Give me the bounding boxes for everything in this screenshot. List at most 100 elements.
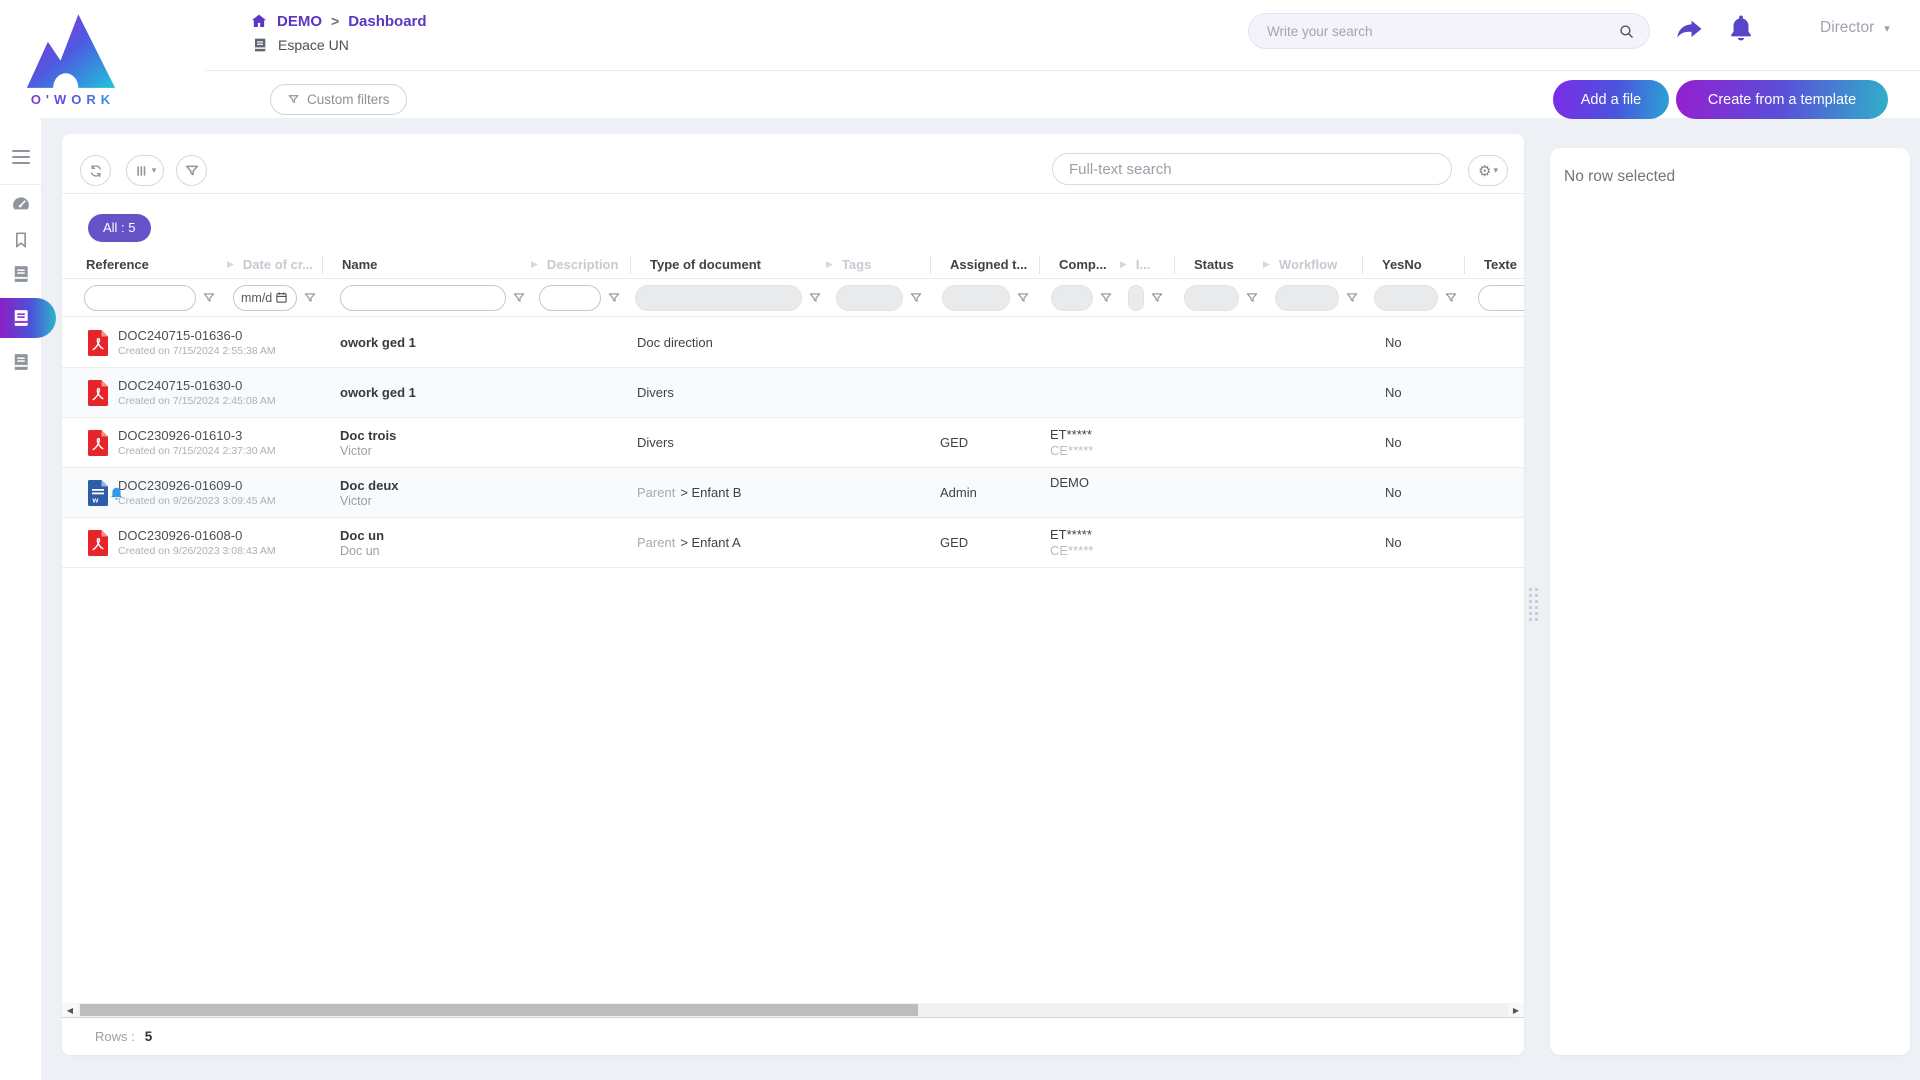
user-role-label: Director xyxy=(1820,19,1874,37)
full-text-search-input[interactable] xyxy=(1053,154,1451,184)
table-filter-button[interactable] xyxy=(176,155,207,186)
scrollbar-thumb[interactable] xyxy=(80,1004,918,1016)
filter-funnel-icon[interactable] xyxy=(512,291,526,305)
calendar-icon xyxy=(275,291,288,304)
sidebar-divider xyxy=(0,184,42,185)
filter-funnel-icon[interactable] xyxy=(1150,291,1164,305)
filter-input-status-disabled xyxy=(1184,285,1239,311)
col-header-status[interactable]: Status xyxy=(1174,256,1259,274)
table-row[interactable]: DOC240715-01636-0Created on 7/15/2024 2:… xyxy=(62,318,1524,368)
col-header-name[interactable]: Name xyxy=(322,256,527,274)
table-row[interactable]: DOC230926-01608-0Created on 9/26/2023 3:… xyxy=(62,518,1524,568)
cell-type: Parent> Enfant B xyxy=(630,485,822,500)
sidebar-item-documents-active[interactable] xyxy=(0,298,56,338)
panel-resize-handle[interactable] xyxy=(1529,588,1538,621)
global-search-input[interactable] xyxy=(1249,14,1609,48)
cell-yesno: No xyxy=(1362,468,1464,517)
filter-funnel-icon[interactable] xyxy=(1444,291,1458,305)
create-from-template-button[interactable]: Create from a template xyxy=(1676,80,1888,119)
notifications-bell-icon[interactable] xyxy=(1726,13,1756,43)
filter-chip-all[interactable]: All : 5 xyxy=(88,214,151,242)
table-row[interactable]: DOC230926-01610-3Created on 7/15/2024 2:… xyxy=(62,418,1524,468)
sidebar-item-bookmarks[interactable] xyxy=(0,230,42,250)
sidebar-item-archive[interactable] xyxy=(0,352,42,372)
cell-type: Divers xyxy=(630,435,822,450)
filter-funnel-icon[interactable] xyxy=(1099,291,1113,305)
sidebar-menu-toggle[interactable] xyxy=(0,150,42,164)
cell-yesno: No xyxy=(1362,368,1464,417)
sidebar xyxy=(0,118,42,1080)
filter-input-description[interactable] xyxy=(539,285,601,311)
cell-yesno: No xyxy=(1362,318,1464,367)
add-file-button[interactable]: Add a file xyxy=(1553,80,1669,119)
breadcrumb-root[interactable]: DEMO xyxy=(277,13,322,30)
col-header-i[interactable]: I... xyxy=(1116,257,1174,272)
sidebar-item-dashboard[interactable] xyxy=(0,194,42,214)
sidebar-item-library[interactable] xyxy=(0,264,42,284)
bookmark-icon xyxy=(11,230,31,250)
col-header-type-of-document[interactable]: Type of document xyxy=(630,256,822,274)
no-row-selected-text: No row selected xyxy=(1550,148,1910,186)
rows-count: 5 xyxy=(145,1029,153,1044)
cell-reference: DOC240715-01636-0Created on 7/15/2024 2:… xyxy=(70,328,223,357)
filter-input-reference[interactable] xyxy=(84,285,196,311)
cell-assigned: GED xyxy=(930,518,1039,567)
filter-funnel-icon[interactable] xyxy=(1245,291,1259,305)
header-divider xyxy=(205,70,1920,71)
cell-name: owork ged 1 xyxy=(322,385,527,400)
full-text-search xyxy=(1052,153,1452,185)
book-icon xyxy=(11,264,31,284)
table-row[interactable]: w DOC230926-01609-0Created on 9/26/2023 … xyxy=(62,468,1524,518)
cell-yesno: No xyxy=(1362,418,1464,467)
table-settings-button[interactable]: ⚙▾ xyxy=(1468,155,1508,186)
refresh-icon xyxy=(88,163,104,179)
filter-input-name[interactable] xyxy=(340,285,506,311)
breadcrumb: DEMO > Dashboard xyxy=(250,12,427,30)
top-header: O'WORK DEMO > Dashboard Espace UN Custom… xyxy=(0,0,1920,118)
breadcrumb-current[interactable]: Dashboard xyxy=(348,13,426,30)
chevron-down-icon: ▾ xyxy=(1884,22,1890,35)
col-header-assigned-to[interactable]: Assigned t... xyxy=(930,256,1039,274)
refresh-button[interactable] xyxy=(80,155,111,186)
logo-wordmark: O'WORK xyxy=(14,92,132,107)
cell-company xyxy=(1039,318,1116,367)
filter-row-divider xyxy=(62,316,1524,317)
toolbar-divider xyxy=(62,193,1524,194)
col-header-company[interactable]: Comp... xyxy=(1039,256,1116,274)
table-footer: Rows : 5 xyxy=(62,1018,1524,1055)
col-header-tags[interactable]: Tags xyxy=(822,257,930,272)
table-row[interactable]: DOC240715-01630-0Created on 7/15/2024 2:… xyxy=(62,368,1524,418)
custom-filters-button[interactable]: Custom filters xyxy=(270,84,407,115)
cell-reference: DOC240715-01630-0Created on 7/15/2024 2:… xyxy=(70,378,223,407)
cell-company: DEMO xyxy=(1039,468,1116,517)
col-header-yesno[interactable]: YesNo xyxy=(1362,256,1464,274)
user-role-dropdown[interactable]: Director ▾ xyxy=(1820,19,1890,37)
filter-input-texte[interactable] xyxy=(1478,285,1524,311)
col-header-reference[interactable]: Reference xyxy=(70,257,223,272)
filter-input-tags-disabled xyxy=(836,285,903,311)
col-header-workflow[interactable]: Workflow xyxy=(1259,257,1362,272)
scroll-left-arrow-icon[interactable]: ◀ xyxy=(62,1003,78,1017)
col-header-date-of-creation[interactable]: Date of cr... xyxy=(223,257,322,272)
filter-funnel-icon[interactable] xyxy=(202,291,216,305)
word-file-icon: w xyxy=(88,480,110,506)
col-header-texte[interactable]: Texte xyxy=(1464,256,1524,274)
filter-funnel-icon[interactable] xyxy=(808,291,822,305)
cell-name: Doc deuxVictor xyxy=(322,478,527,508)
search-icon[interactable] xyxy=(1618,23,1635,40)
funnel-icon xyxy=(184,163,200,179)
filter-funnel-icon[interactable] xyxy=(1345,291,1359,305)
share-icon[interactable] xyxy=(1674,15,1704,45)
funnel-icon xyxy=(287,93,300,106)
space-label-row: Espace UN xyxy=(252,37,349,53)
filter-funnel-icon[interactable] xyxy=(303,291,317,305)
cell-type: Divers xyxy=(630,385,822,400)
filter-funnel-icon[interactable] xyxy=(607,291,621,305)
home-icon[interactable] xyxy=(250,12,268,30)
filter-funnel-icon[interactable] xyxy=(1016,291,1030,305)
col-header-description[interactable]: Description xyxy=(527,257,630,272)
filter-funnel-icon[interactable] xyxy=(909,291,923,305)
columns-picker-button[interactable]: ▾ xyxy=(126,155,164,186)
scroll-right-arrow-icon[interactable]: ▶ xyxy=(1508,1003,1524,1017)
filter-input-date[interactable]: mm/d xyxy=(233,285,297,311)
